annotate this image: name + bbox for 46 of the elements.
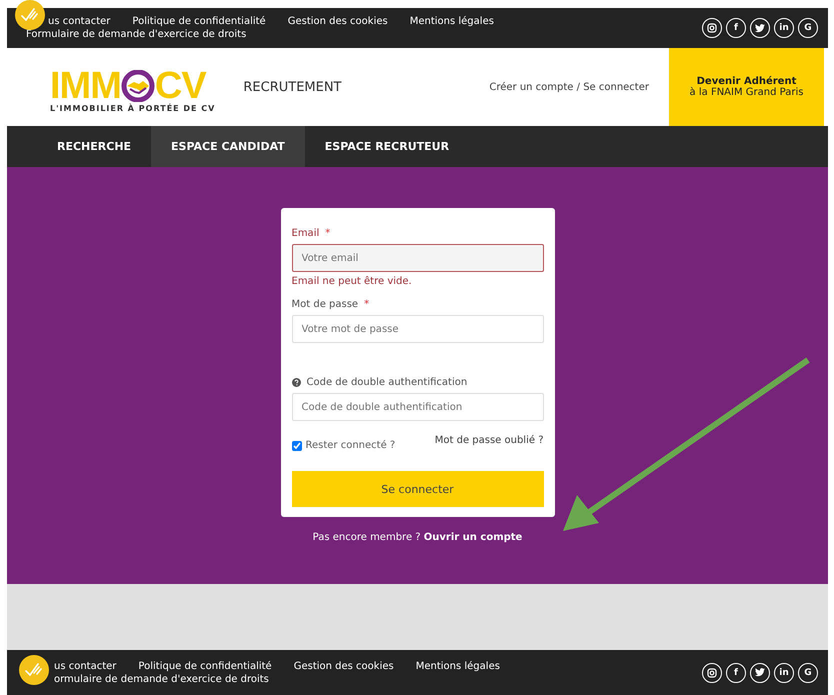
logo-text: IMM bbox=[50, 68, 121, 104]
checkbox[interactable] bbox=[292, 440, 302, 450]
social-link[interactable]: f bbox=[726, 18, 746, 38]
login-button[interactable]: Se connecter bbox=[292, 471, 544, 507]
help-icon[interactable] bbox=[292, 378, 300, 387]
nav-tab[interactable]: ESPACE RECRUTEUR bbox=[304, 126, 470, 167]
instagram-icon[interactable] bbox=[702, 662, 722, 682]
instagram-icon[interactable] bbox=[702, 18, 722, 38]
signup-text: Pas encore membre ? Ouvrir un compte bbox=[312, 532, 522, 543]
field-label: Code de double authentification bbox=[306, 377, 468, 388]
footer-link[interactable]: Gestion des cookies bbox=[288, 16, 388, 27]
nav-tab[interactable]: ESPACE CANDIDAT bbox=[151, 126, 305, 167]
required-mark: * bbox=[364, 299, 370, 310]
field-label: Email bbox=[292, 228, 320, 239]
footer-link[interactable]: us contacter bbox=[54, 660, 116, 672]
required-mark: * bbox=[325, 228, 330, 239]
error-message: Email ne peut être vide. bbox=[292, 276, 413, 287]
footer-link[interactable]: ormulaire de demande d'exercice de droits bbox=[54, 674, 500, 684]
logo-tagline: L'IMMOBILIER À PORTÉE DE CV bbox=[50, 104, 216, 112]
twitter-icon[interactable] bbox=[750, 18, 770, 38]
social-link[interactable]: in bbox=[774, 662, 794, 682]
signup-link[interactable]: Ouvrir un compte bbox=[424, 532, 522, 543]
social-link[interactable]: in bbox=[774, 18, 794, 38]
accessibility-badge[interactable] bbox=[15, 0, 45, 30]
accessibility-badge[interactable] bbox=[19, 655, 49, 685]
membership-button[interactable]: Devenir Adhérent à la FNAIM Grand Paris bbox=[669, 48, 824, 126]
logo-text: CV bbox=[154, 68, 206, 104]
footer-link[interactable]: Gestion des cookies bbox=[294, 660, 394, 672]
logo[interactable]: IMM CV L'IMMOBILIER À PORTÉE DE CV bbox=[50, 54, 216, 126]
nav-tab[interactable]: RECHERCHE bbox=[37, 126, 152, 167]
social-link[interactable]: G bbox=[798, 18, 818, 38]
social-link[interactable]: f bbox=[726, 662, 746, 682]
forgot-password-link[interactable]: Mot de passe oublié ? bbox=[434, 435, 544, 446]
footer-link[interactable]: Formulaire de demande d'exercice de droits bbox=[26, 29, 494, 40]
section-title: RECRUTEMENT bbox=[243, 80, 342, 94]
social-link[interactable]: G bbox=[798, 662, 818, 682]
twitter-icon[interactable] bbox=[750, 662, 770, 682]
account-link[interactable]: Créer un compte / Se connecter bbox=[489, 82, 649, 92]
footer-link[interactable]: Mentions légales bbox=[410, 16, 494, 27]
footer-link[interactable]: Politique de confidentialité bbox=[138, 660, 272, 672]
field-label: Mot de passe bbox=[292, 299, 358, 310]
checkbox-label: Rester connecté ? bbox=[306, 440, 396, 451]
input-field[interactable]: Votre email bbox=[292, 244, 544, 272]
footer-link[interactable]: us contacter bbox=[48, 16, 110, 27]
footer-link[interactable]: Mentions légales bbox=[416, 660, 500, 672]
footer-link[interactable]: Politique de confidentialité bbox=[132, 16, 266, 27]
